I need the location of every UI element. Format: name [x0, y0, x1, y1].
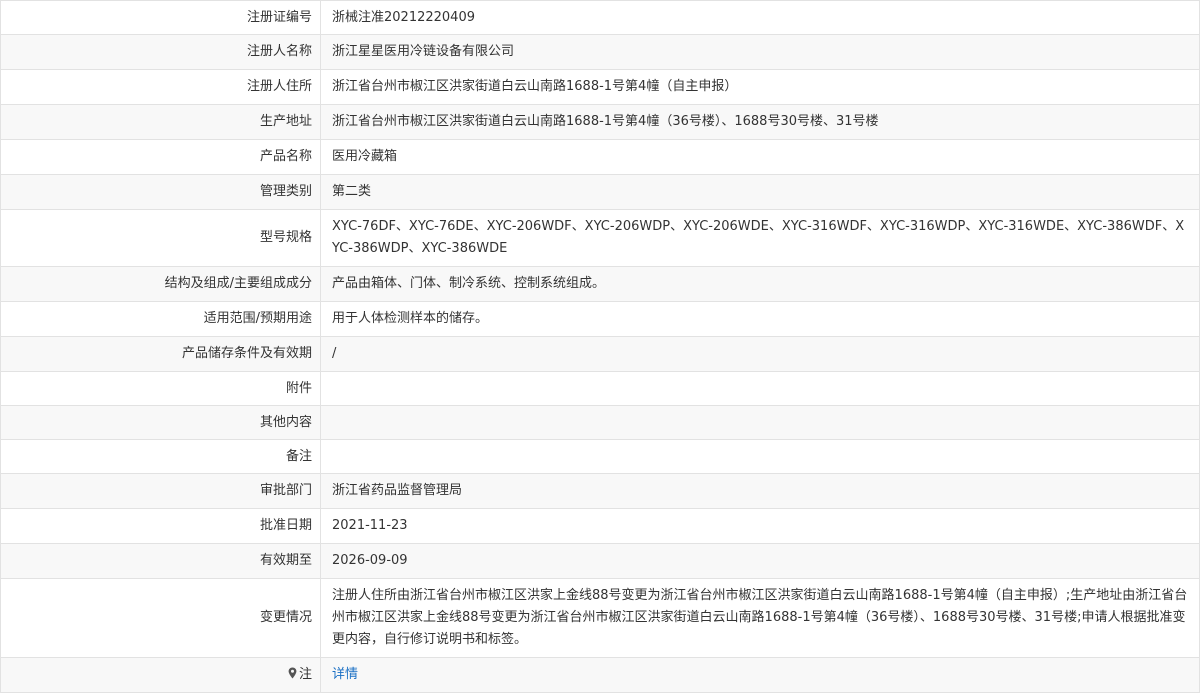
table-row: 审批部门 浙江省药品监督管理局 [0, 473, 1200, 509]
registration-detail-table: 注册证编号 浙械注准20212220409 注册人名称 浙江星星医用冷链设备有限… [0, 0, 1200, 693]
row-label: 注册人名称 [0, 34, 321, 70]
row-value: 注册人住所由浙江省台州市椒江区洪家上金线88号变更为浙江省台州市椒江区洪家街道白… [320, 578, 1200, 658]
row-label: 生产地址 [0, 104, 321, 140]
table-row: 注册人住所 浙江省台州市椒江区洪家街道白云山南路1688-1号第4幢（自主申报） [0, 69, 1200, 105]
table-row: 注册人名称 浙江星星医用冷链设备有限公司 [0, 34, 1200, 70]
row-label: 管理类别 [0, 174, 321, 210]
row-value: 医用冷藏箱 [320, 139, 1200, 175]
table-row: 有效期至 2026-09-09 [0, 543, 1200, 579]
table-row: 附件 [0, 371, 1200, 406]
row-value [320, 371, 1200, 406]
row-value: 浙江省台州市椒江区洪家街道白云山南路1688-1号第4幢（36号楼）、1688号… [320, 104, 1200, 140]
table-row: 适用范围/预期用途 用于人体检测样本的储存。 [0, 301, 1200, 337]
row-label: 产品储存条件及有效期 [0, 336, 321, 372]
row-value: 用于人体检测样本的储存。 [320, 301, 1200, 337]
row-label: 审批部门 [0, 473, 321, 509]
table-row: 变更情况 注册人住所由浙江省台州市椒江区洪家上金线88号变更为浙江省台州市椒江区… [0, 578, 1200, 658]
row-value: 浙江星星医用冷链设备有限公司 [320, 34, 1200, 70]
table-row: 管理类别 第二类 [0, 174, 1200, 210]
table-row: 批准日期 2021-11-23 [0, 508, 1200, 544]
row-value: 浙械注准20212220409 [320, 0, 1200, 35]
table-row: 注册证编号 浙械注准20212220409 [0, 0, 1200, 35]
row-label: 产品名称 [0, 139, 321, 175]
row-value [320, 405, 1200, 440]
note-value-cell: 详情 [320, 657, 1200, 693]
row-value: 产品由箱体、门体、制冷系统、控制系统组成。 [320, 266, 1200, 302]
row-value: 浙江省台州市椒江区洪家街道白云山南路1688-1号第4幢（自主申报） [320, 69, 1200, 105]
row-value: 2026-09-09 [320, 543, 1200, 579]
row-label: 注册证编号 [0, 0, 321, 35]
row-label: 其他内容 [0, 405, 321, 440]
table-row: 结构及组成/主要组成成分 产品由箱体、门体、制冷系统、控制系统组成。 [0, 266, 1200, 302]
details-link[interactable]: 详情 [332, 667, 358, 682]
note-label: 注 [298, 667, 312, 682]
row-value: 第二类 [320, 174, 1200, 210]
row-value: XYC-76DF、XYC-76DE、XYC-206WDF、XYC-206WDP、… [320, 209, 1200, 267]
table-row: 产品名称 医用冷藏箱 [0, 139, 1200, 175]
note-row: 注 详情 [0, 657, 1200, 693]
row-label: 有效期至 [0, 543, 321, 579]
row-label: 适用范围/预期用途 [0, 301, 321, 337]
table-row: 型号规格 XYC-76DF、XYC-76DE、XYC-206WDF、XYC-20… [0, 209, 1200, 267]
row-label: 附件 [0, 371, 321, 406]
row-label: 型号规格 [0, 209, 321, 267]
row-label: 结构及组成/主要组成成分 [0, 266, 321, 302]
row-label: 变更情况 [0, 578, 321, 658]
row-value: 浙江省药品监督管理局 [320, 473, 1200, 509]
table-row: 产品储存条件及有效期 / [0, 336, 1200, 372]
table-row: 备注 [0, 439, 1200, 474]
row-value: / [320, 336, 1200, 372]
row-label: 备注 [0, 439, 321, 474]
table-row: 其他内容 [0, 405, 1200, 440]
row-value [320, 439, 1200, 474]
row-label: 批准日期 [0, 508, 321, 544]
row-label: 注册人住所 [0, 69, 321, 105]
table-row: 生产地址 浙江省台州市椒江区洪家街道白云山南路1688-1号第4幢（36号楼）、… [0, 104, 1200, 140]
location-pin-icon [288, 667, 297, 679]
row-value: 2021-11-23 [320, 508, 1200, 544]
note-label-cell: 注 [0, 657, 321, 693]
